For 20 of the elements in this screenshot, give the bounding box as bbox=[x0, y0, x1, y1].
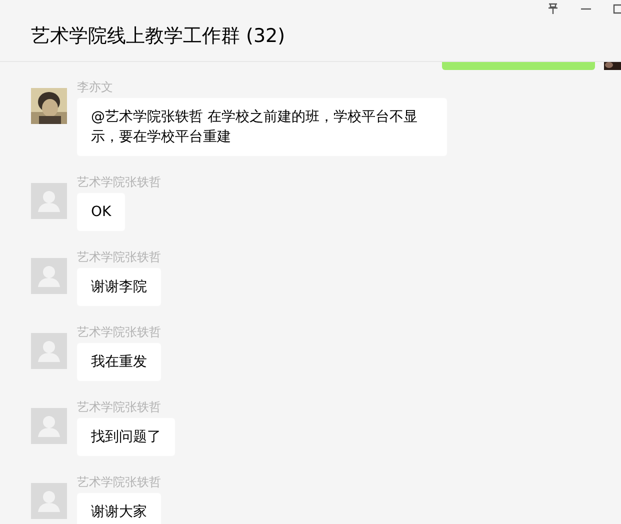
window-title: 艺术学院线上教学工作群 (32) bbox=[31, 24, 286, 49]
pin-icon[interactable] bbox=[547, 3, 559, 15]
avatar-icon bbox=[31, 258, 67, 294]
sender-name: 艺术学院张轶哲 bbox=[77, 325, 161, 339]
sender-name: 艺术学院张轶哲 bbox=[77, 250, 161, 264]
message-bubble: OK bbox=[77, 193, 126, 231]
message-bubble: 找到问题了 bbox=[77, 418, 175, 456]
message-bubble: 我在重发 bbox=[77, 343, 161, 381]
sender-name: 艺术学院张轶哲 bbox=[77, 400, 161, 414]
message-bubble: 谢谢李院 bbox=[77, 268, 161, 306]
sender-name: 李亦文 bbox=[77, 80, 113, 94]
avatar-icon bbox=[31, 183, 67, 219]
avatar-icon bbox=[31, 333, 67, 369]
maximize-icon[interactable] bbox=[613, 3, 621, 15]
avatar-icon bbox=[31, 408, 67, 444]
avatar-icon bbox=[31, 483, 67, 519]
message-bubble: @艺术学院张轶哲 在学校之前建的班，学校平台不显示，要在学校平台重建 bbox=[77, 98, 447, 156]
message-bubble: 谢谢大家 bbox=[77, 493, 161, 524]
sender-name: 艺术学院张轶哲 bbox=[77, 175, 161, 189]
sender-name: 艺术学院张轶哲 bbox=[77, 475, 161, 489]
